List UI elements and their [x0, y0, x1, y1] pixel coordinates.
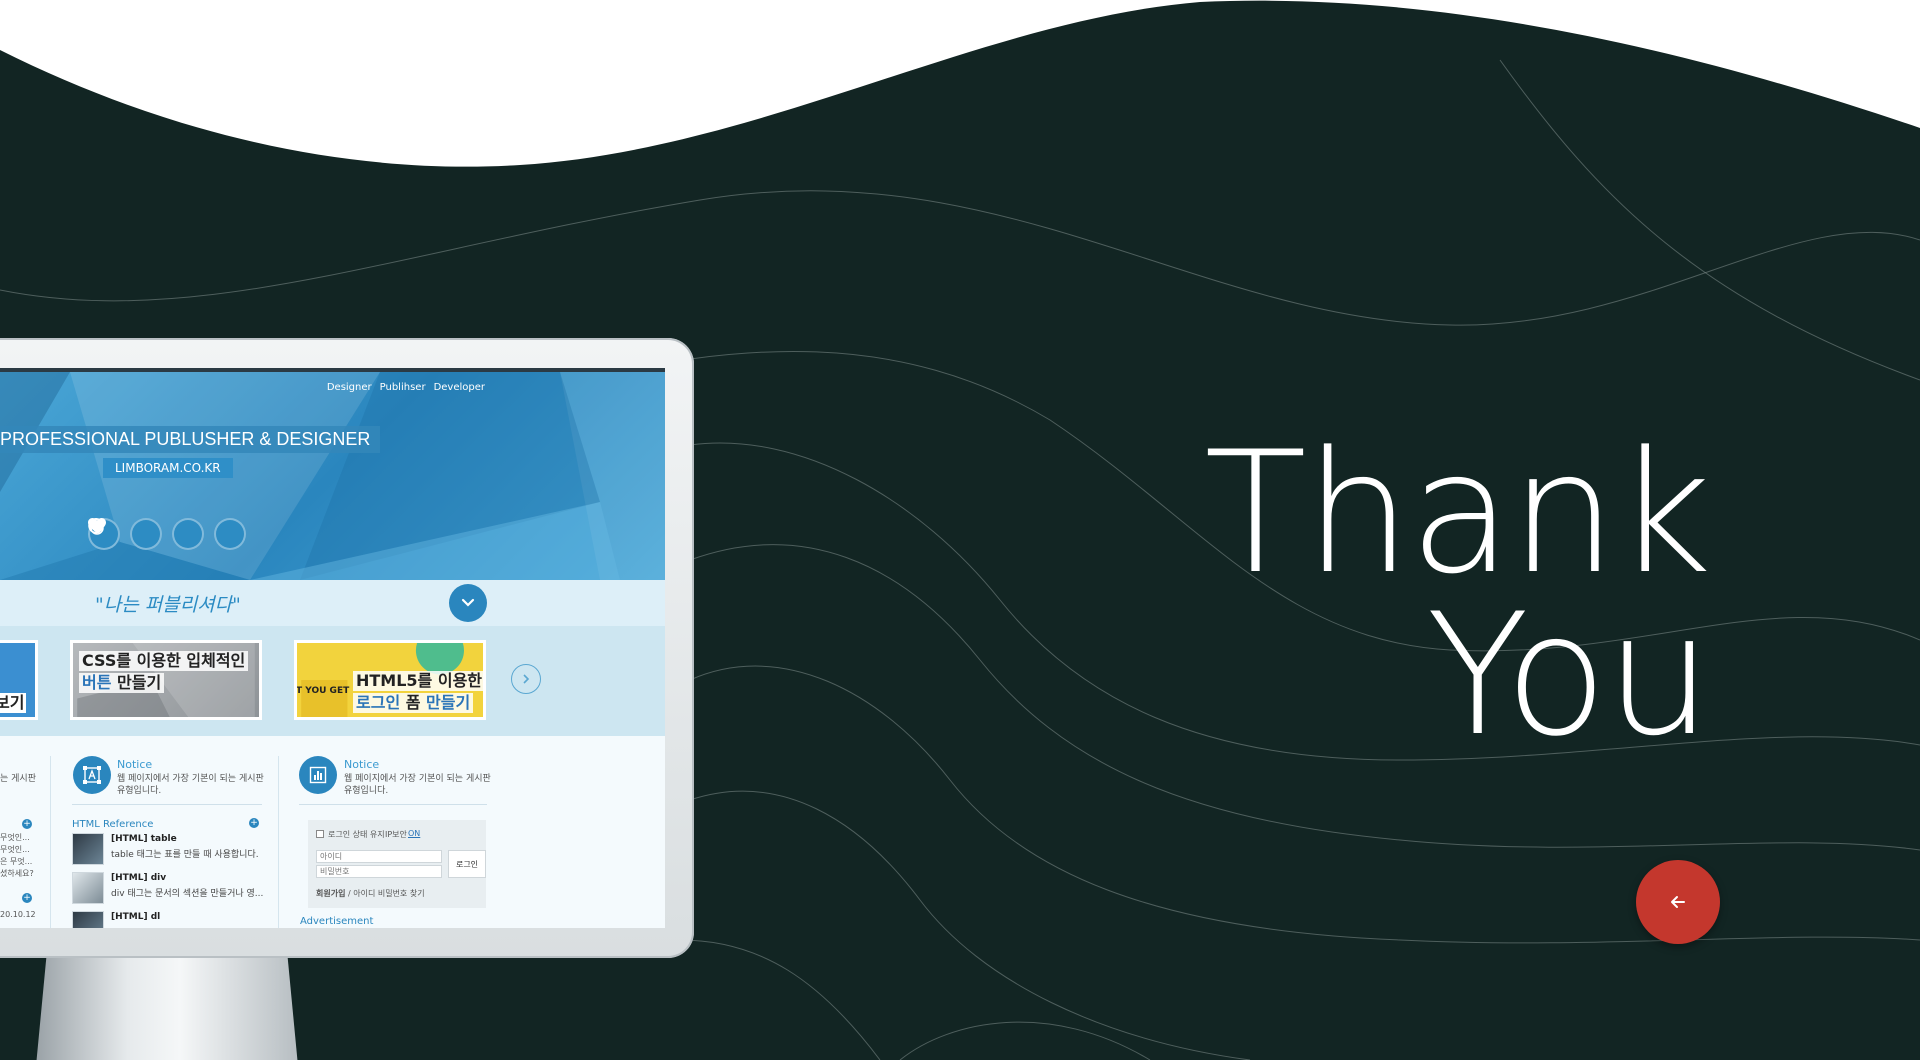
reference-item-1-title[interactable]: [HTML] table [111, 834, 177, 844]
headline-line-2: You [1426, 577, 1712, 773]
find-account-link[interactable]: / 아이디 비밀번호 찾기 [345, 889, 425, 898]
login-button[interactable]: 로그인 [448, 850, 486, 878]
scroll-down-button[interactable] [449, 584, 487, 622]
notice-1-icon [73, 756, 111, 794]
password-input[interactable] [316, 865, 442, 878]
chevron-down-icon [461, 598, 475, 607]
thank-you-heading: Thank You [1204, 415, 1712, 773]
keep-login-checkbox[interactable] [316, 830, 324, 838]
keep-login-label: 로그인 상태 유지 [328, 830, 385, 839]
notice-1-divider [72, 804, 262, 805]
nav-developer[interactable]: Developer [434, 382, 485, 393]
column-divider-1 [50, 756, 51, 928]
ip-security-label: IP보안 [385, 830, 407, 839]
chevron-right-icon [523, 674, 530, 684]
reference-item-3-title[interactable]: [HTML] dl [111, 912, 160, 922]
reference-thumb-3[interactable] [72, 911, 104, 928]
slide-next-button[interactable] [511, 664, 541, 694]
heart-icon[interactable] [88, 518, 162, 550]
slide-2-line-1: CSS를 이용한 입체적인 [79, 651, 249, 671]
column-divider-2 [278, 756, 279, 928]
hero-nav: Designer Publihser Developer [327, 382, 485, 393]
slide-2-highlight: 버튼 [82, 673, 112, 692]
slogan-bar: "나는 퍼블리셔다" [0, 580, 665, 626]
left-line-3[interactable]: 은 무엇... [0, 856, 32, 867]
arrow-left-icon [1671, 896, 1685, 908]
nav-designer[interactable]: Designer [327, 382, 372, 393]
notice-2-divider [299, 804, 487, 805]
slide-carousel: 보기 CSS를 이용한 입체적인 버튼 만들기 T YOU GET HTML5를… [0, 626, 665, 736]
at-icon[interactable] [88, 518, 204, 550]
hero-title: PROFESSIONAL PUBLUSHER & DESIGNER [0, 426, 381, 453]
slide-card-2[interactable]: CSS를 이용한 입체적인 버튼 만들기 [70, 640, 262, 720]
reference-thumb-1[interactable] [72, 833, 104, 865]
slide-3-line-1: HTML5를 이용한 [353, 671, 483, 691]
advertisement-title: Advertisement [300, 916, 374, 927]
reference-item-2-desc: div 태그는 문서의 섹션을 만들거나 영... [111, 889, 264, 899]
html-reference-more-icon[interactable]: + [249, 818, 259, 828]
slide-1-text: 보기 [0, 693, 27, 713]
signup-row: 회원가입 / 아이디 비밀번호 찾기 [316, 888, 425, 899]
left-date: 20.10.12 [0, 910, 36, 919]
text-frame-icon [83, 766, 101, 784]
slide-2-line-2: 버튼 만들기 [79, 673, 165, 693]
left-plus-icon[interactable]: + [22, 819, 32, 829]
left-plus-icon-2[interactable]: + [22, 893, 32, 903]
back-button[interactable] [1636, 860, 1720, 944]
monitor-screen: Designer Publihser Developer PROFESSIONA… [0, 368, 665, 928]
left-line-2[interactable]: 무엇인... [0, 844, 30, 855]
slide-3-line-2: 로그인 폼 만들기 [353, 693, 474, 713]
id-input[interactable] [316, 850, 442, 863]
slide-3-line-2-a: 로그인 [356, 693, 406, 712]
headline-line-1: Thank [1204, 415, 1712, 611]
slide-3-highlight: 폼 [405, 693, 421, 712]
slide-3-line-2-b: 만들기 [420, 693, 471, 712]
notice-1-title: Notice [117, 758, 153, 771]
monitor-stand [36, 956, 298, 1060]
left-line-1[interactable]: 무엇인... [0, 832, 30, 843]
content-area: 는 게시판 + 무엇인... 무엇인... 은 무엇... 셨하세요? + 20… [0, 736, 665, 928]
alarm-clock-icon[interactable] [89, 518, 246, 550]
slide-2-line-2-rest: 만들기 [111, 673, 162, 692]
hero-icon-row [88, 518, 246, 550]
slide-3-side-text: T YOU GET [296, 686, 350, 696]
reference-item-2-title[interactable]: [HTML] div [111, 873, 166, 883]
slogan-text: "나는 퍼블리셔다" [95, 594, 241, 616]
ip-security-toggle[interactable]: ON [408, 829, 420, 838]
nav-publisher[interactable]: Publihser [380, 382, 426, 393]
notice-2-icon [299, 756, 337, 794]
hero-banner: Designer Publihser Developer PROFESSIONA… [0, 372, 665, 580]
slide-card-3[interactable]: T YOU GET HTML5를 이용한 로그인 폼 만들기 [294, 640, 486, 720]
hero-subtitle[interactable]: LIMBORAM.CO.KR [103, 458, 233, 478]
bar-chart-icon [309, 766, 327, 784]
reference-thumb-2[interactable] [72, 872, 104, 904]
slide-card-1[interactable]: 보기 [0, 640, 38, 720]
signup-link[interactable]: 회원가입 [316, 889, 345, 898]
login-box: 로그인 상태 유지 IP보안 ON 로그인 회원가입 / 아이디 비밀번호 찾기 [308, 820, 486, 908]
left-column-desc: 는 게시판 [0, 774, 36, 784]
notice-2-desc-2: 유형입니다. [344, 786, 389, 796]
left-line-4[interactable]: 셨하세요? [0, 868, 34, 879]
reference-item-1-desc: table 태그는 표를 만들 때 사용합니다. [111, 850, 259, 860]
notice-1-desc-2: 유형입니다. [117, 786, 162, 796]
notice-2-title: Notice [344, 758, 380, 771]
html-reference-title[interactable]: HTML Reference [72, 819, 153, 830]
